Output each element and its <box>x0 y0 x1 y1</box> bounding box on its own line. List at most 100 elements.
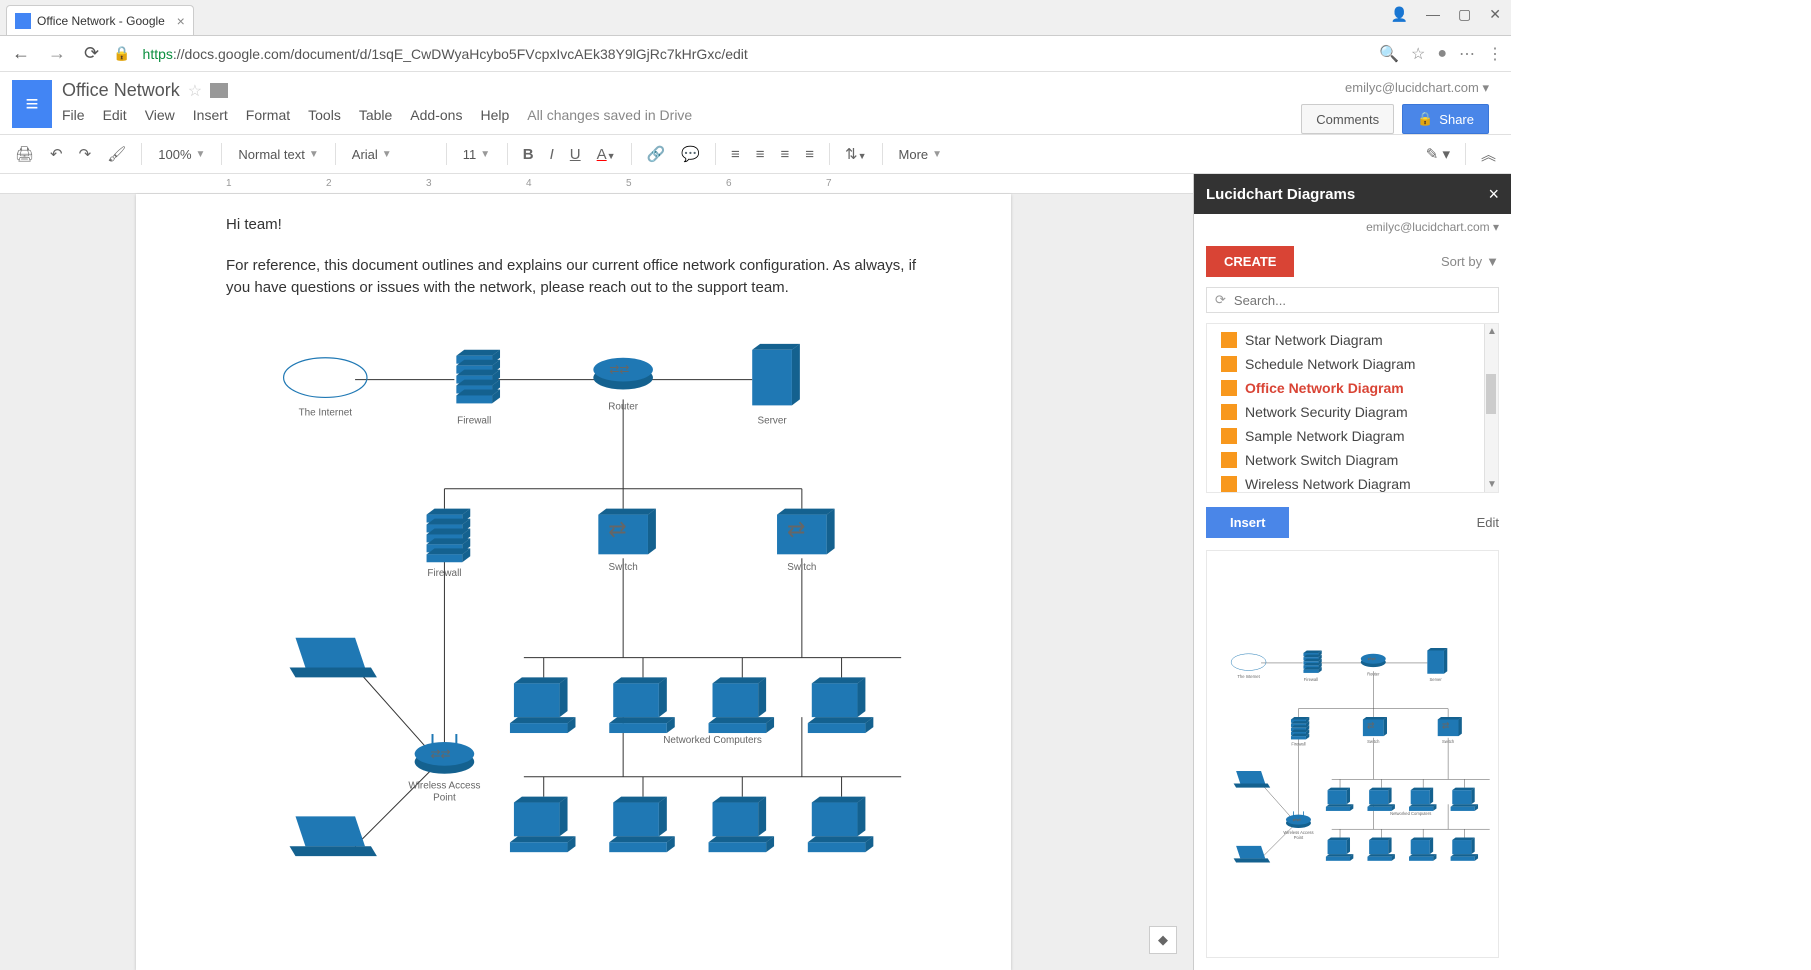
tab-close-icon[interactable]: × <box>177 13 185 29</box>
search-input[interactable] <box>1234 293 1490 308</box>
collapse-panel-icon[interactable]: ︽ <box>1476 144 1501 165</box>
style-combo[interactable]: Normal text▼ <box>232 147 324 162</box>
diagram-item-label: Network Security Diagram <box>1245 404 1408 420</box>
svg-text:⇄⇄: ⇄⇄ <box>1293 817 1301 823</box>
sidebar-user[interactable]: emilyc@lucidchart.com ▾ <box>1194 214 1511 240</box>
diagram-thumb-icon <box>1221 332 1237 348</box>
comment-icon[interactable]: 💬 <box>676 145 705 163</box>
star-icon[interactable]: ☆ <box>1411 44 1425 64</box>
insert-button[interactable]: Insert <box>1206 507 1289 538</box>
svg-text:Networked Computers: Networked Computers <box>663 734 762 745</box>
diagram-list-item[interactable]: Schedule Network Diagram <box>1207 352 1498 376</box>
editing-mode-icon[interactable]: ✎ ▾ <box>1421 145 1455 163</box>
window-controls: 👤 — ▢ ✕ <box>1391 6 1501 23</box>
lock-share-icon: 🔒 <box>1417 111 1433 127</box>
redo-icon[interactable]: ↷ <box>74 145 97 163</box>
align-justify-icon[interactable]: ≡ <box>800 146 819 163</box>
svg-text:⇄⇄: ⇄⇄ <box>1367 656 1375 662</box>
diagram-list-item[interactable]: Sample Network Diagram <box>1207 424 1498 448</box>
maximize-button[interactable]: ▢ <box>1458 6 1471 23</box>
svg-text:Router: Router <box>608 401 638 412</box>
svg-text:Router: Router <box>1367 671 1380 676</box>
share-button[interactable]: 🔒 Share <box>1402 104 1489 134</box>
close-window-button[interactable]: ✕ <box>1489 6 1501 23</box>
menu-table[interactable]: Table <box>359 107 392 123</box>
docs-logo[interactable]: ≡ <box>12 80 52 128</box>
more-combo[interactable]: More▼ <box>893 147 949 162</box>
sidebar-title: Lucidchart Diagrams <box>1206 186 1355 203</box>
align-right-icon[interactable]: ≡ <box>775 146 794 163</box>
menu-format[interactable]: Format <box>246 107 290 123</box>
svg-text:Point: Point <box>1294 835 1304 840</box>
diagram-list-item[interactable]: Wireless Network Diagram <box>1207 472 1498 493</box>
align-left-icon[interactable]: ≡ <box>726 146 745 163</box>
bold-icon[interactable]: B <box>518 146 539 163</box>
explore-button[interactable]: ◆ <box>1149 926 1177 954</box>
svg-text:Wireless Access: Wireless Access <box>1283 830 1313 835</box>
url-display[interactable]: https://docs.google.com/document/d/1sqE_… <box>143 46 748 62</box>
move-folder-icon[interactable] <box>210 83 228 98</box>
svg-text:⇄: ⇄ <box>608 516 626 541</box>
back-button[interactable]: ← <box>8 43 34 64</box>
underline-icon[interactable]: U <box>565 146 586 163</box>
network-diagram-image[interactable]: The InternetFirewall⇄⇄RouterServerFirewa… <box>226 318 921 878</box>
ruler[interactable]: 1234567 <box>0 174 1193 194</box>
create-button[interactable]: CREATE <box>1206 246 1294 277</box>
zoom-combo[interactable]: 100%▼ <box>152 147 211 162</box>
menu-tools[interactable]: Tools <box>308 107 341 123</box>
diagram-item-label: Schedule Network Diagram <box>1245 356 1415 372</box>
diagram-list-item[interactable]: Network Switch Diagram <box>1207 448 1498 472</box>
refresh-icon[interactable]: ⟳ <box>1215 292 1226 308</box>
extension-1-icon[interactable]: ● <box>1437 45 1447 63</box>
browser-tab[interactable]: Office Network - Google × <box>6 5 194 35</box>
menu-view[interactable]: View <box>145 107 175 123</box>
reload-button[interactable]: ⟳ <box>80 43 103 64</box>
tab-title: Office Network - Google <box>37 14 165 28</box>
comments-button[interactable]: Comments <box>1301 104 1394 134</box>
diagram-list-item[interactable]: Network Security Diagram <box>1207 400 1498 424</box>
menu-file[interactable]: File <box>62 107 85 123</box>
toolbar: 🖨 ↶ ↷ 🖌 100%▼ Normal text▼ Arial▼ 11▼ B … <box>0 134 1511 174</box>
edit-button[interactable]: Edit <box>1477 507 1499 538</box>
sidebar-close-icon[interactable]: × <box>1488 184 1499 205</box>
document-title[interactable]: Office Network <box>62 80 180 101</box>
print-icon[interactable]: 🖨 <box>10 145 39 163</box>
text-color-icon[interactable]: A▼ <box>592 146 621 163</box>
sort-by-dropdown[interactable]: Sort by▼ <box>1441 254 1499 269</box>
account-icon[interactable]: 👤 <box>1391 6 1408 23</box>
align-center-icon[interactable]: ≡ <box>751 146 770 163</box>
diagram-list-item[interactable]: Office Network Diagram <box>1207 376 1498 400</box>
user-email[interactable]: emilyc@lucidchart.com ▾ <box>1345 80 1489 96</box>
link-icon[interactable]: 🔗 <box>642 145 671 163</box>
undo-icon[interactable]: ↶ <box>45 145 68 163</box>
svg-text:Switch: Switch <box>787 562 816 573</box>
extension-2-icon[interactable]: ⋯ <box>1459 44 1475 64</box>
italic-icon[interactable]: I <box>545 146 559 163</box>
diagram-preview[interactable]: The InternetFirewall⇄⇄RouterServerFirewa… <box>1206 550 1499 958</box>
menu-icon: ≡ <box>26 91 39 117</box>
menu-edit[interactable]: Edit <box>103 107 127 123</box>
paint-format-icon[interactable]: 🖌 <box>102 145 131 163</box>
menu-bar: File Edit View Insert Format Tools Table… <box>62 107 1301 123</box>
star-document-icon[interactable]: ☆ <box>188 81 202 101</box>
ruler-tick: 2 <box>326 178 332 189</box>
line-spacing-icon[interactable]: ⇅▼ <box>840 145 872 163</box>
zoom-icon[interactable]: 🔍 <box>1379 44 1399 64</box>
diagram-list-item[interactable]: Star Network Diagram <box>1207 328 1498 352</box>
list-scrollbar[interactable]: ▲ ▼ <box>1484 324 1498 492</box>
menu-addons[interactable]: Add-ons <box>410 107 462 123</box>
chrome-menu-icon[interactable]: ⋮ <box>1487 44 1503 64</box>
page[interactable]: Hi team! For reference, this document ou… <box>136 194 1011 970</box>
minimize-button[interactable]: — <box>1426 6 1440 23</box>
diagram-thumb-icon <box>1221 380 1237 396</box>
lock-icon: 🔒 <box>113 45 130 62</box>
diagram-item-label: Office Network Diagram <box>1245 380 1404 396</box>
svg-text:Point: Point <box>433 792 456 803</box>
forward-button[interactable]: → <box>44 43 70 64</box>
menu-help[interactable]: Help <box>480 107 509 123</box>
font-combo[interactable]: Arial▼ <box>346 147 436 162</box>
menu-insert[interactable]: Insert <box>193 107 228 123</box>
sidebar-search[interactable]: ⟳ <box>1206 287 1499 313</box>
address-bar: ← → ⟳ 🔒 https://docs.google.com/document… <box>0 36 1511 72</box>
size-combo[interactable]: 11▼ <box>457 147 497 162</box>
